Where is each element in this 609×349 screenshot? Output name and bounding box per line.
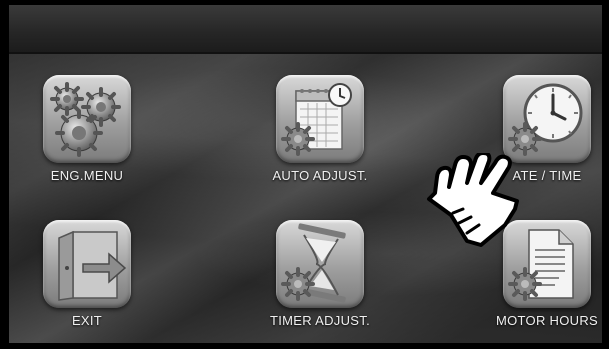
exit-label: EXIT xyxy=(71,313,103,328)
screen-frame: ENG.MENU AUTO ADJUST. ATE / TIME EXIT TI… xyxy=(9,5,602,343)
eng-menu-label: ENG.MENU xyxy=(50,168,124,183)
exit-tile xyxy=(43,220,131,308)
motor-hours-label: MOTOR HOURS xyxy=(495,313,598,328)
auto-adjust-button[interactable]: AUTO ADJUST. xyxy=(255,75,385,195)
hourglass-gear-icon xyxy=(281,223,346,303)
timer-adjust-button[interactable]: TIMER ADJUST. xyxy=(255,220,385,340)
auto-adjust-label: AUTO ADJUST. xyxy=(272,168,368,183)
timer-adjust-tile xyxy=(276,220,364,308)
gears-icon xyxy=(50,82,121,157)
auto-adjust-tile xyxy=(276,75,364,163)
timer-adjust-label: TIMER ADJUST. xyxy=(270,313,370,328)
header-bar xyxy=(9,5,602,54)
calendar-clock-gear-icon xyxy=(281,83,352,156)
exit-button[interactable]: EXIT xyxy=(22,220,152,340)
eng-menu-button[interactable]: ENG.MENU xyxy=(22,75,152,195)
eng-menu-tile xyxy=(43,75,131,163)
pointing-hand-icon xyxy=(427,153,519,247)
exit-door-icon xyxy=(58,230,127,301)
date-time-tile xyxy=(503,75,591,163)
clock-gear-icon xyxy=(508,83,583,156)
